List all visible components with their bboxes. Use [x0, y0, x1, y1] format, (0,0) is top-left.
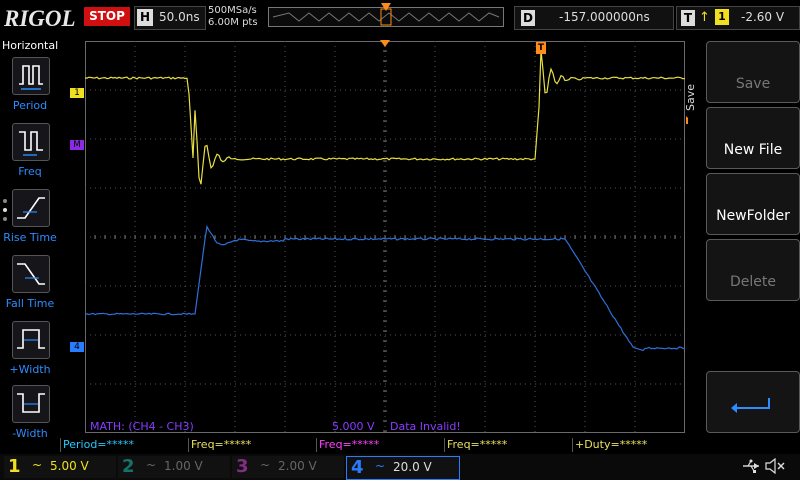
menu-item-rise-time[interactable]: Rise Time — [0, 187, 60, 251]
channel-scale: 2.00 V — [278, 459, 317, 473]
memory-depth: 6.00M pts — [208, 17, 258, 28]
channel-number: 2 — [122, 456, 135, 477]
new-folder-button[interactable]: NewFolder — [706, 173, 800, 235]
trigger-level: -2.60 V — [741, 10, 785, 24]
menu-item-freq[interactable]: Freq — [0, 121, 60, 185]
center-time-marker — [380, 38, 390, 51]
trigger-edge-icon: ↑ — [699, 10, 710, 25]
channel-3-status[interactable]: 3 ~ 2.00 V — [232, 456, 344, 478]
channel-1-status[interactable]: 1 ~ 5.00 V — [4, 456, 116, 478]
ch1-waveform — [84, 50, 686, 185]
positive-width-icon — [12, 321, 50, 359]
usb-icon — [742, 458, 760, 477]
menu-item-label: Fall Time — [5, 297, 55, 310]
fall-time-icon — [12, 255, 50, 293]
period-icon — [12, 57, 50, 95]
return-button[interactable] — [706, 371, 800, 433]
save-button[interactable]: Save — [706, 41, 800, 103]
return-icon — [731, 398, 770, 413]
channel-number: 3 — [236, 456, 249, 477]
math-offset-marker[interactable]: M — [70, 140, 84, 150]
delay-value: -157.000000ns — [559, 10, 650, 24]
acquisition-info: 500MSa/s 6.00M pts — [208, 5, 258, 29]
sample-rate: 500MSa/s — [208, 5, 257, 16]
ch1-offset-marker[interactable]: 1 — [70, 88, 84, 98]
measurement-bar: Period=***** Freq=***** Freq=***** Freq=… — [60, 437, 700, 453]
menu-item-positive-width[interactable]: +Width — [0, 319, 60, 383]
menu-item-label: Rise Time — [3, 231, 57, 244]
menu-item-period[interactable]: Period — [0, 55, 60, 119]
speaker-muted-icon[interactable] — [764, 457, 786, 477]
coupling-icon: ~ — [32, 458, 43, 472]
new-file-button[interactable]: New File — [706, 107, 800, 169]
channel-scale: 5.00 V — [50, 459, 89, 473]
delay-box[interactable]: D -157.000000ns — [514, 6, 674, 30]
horizontal-menu: Horizontal Period Freq Rise Time Fall Ti… — [0, 37, 60, 440]
channel-2-status[interactable]: 2 ~ 1.00 V — [118, 456, 230, 478]
menu-item-label: -Width — [12, 427, 48, 440]
measurement-item[interactable]: +Duty=***** — [572, 438, 699, 452]
measurement-item[interactable]: Period=***** — [60, 438, 187, 452]
menu-item-label: Period — [12, 99, 48, 112]
math-label: MATH: (CH4 - CH3) — [90, 420, 194, 433]
rigol-logo: RIGOL — [4, 6, 76, 31]
trigger-box[interactable]: T ↑ 1 -2.60 V — [676, 6, 800, 30]
top-status-bar: RIGOL STOP H 50.0ns 500MSa/s 6.00M pts D… — [0, 0, 800, 37]
coupling-icon: ~ — [375, 459, 386, 473]
math-scale: 5.000 V — [332, 420, 375, 433]
delete-button[interactable]: Delete — [706, 239, 800, 301]
rise-time-icon — [12, 189, 50, 227]
menu-item-fall-time[interactable]: Fall Time — [0, 253, 60, 317]
trigger-source-icon: 1 — [715, 9, 729, 25]
trigger-time-marker[interactable]: T — [536, 42, 546, 54]
coupling-icon: ~ — [146, 458, 157, 472]
ch4-offset-marker[interactable]: 4 — [70, 342, 84, 352]
timebase-letter: H — [137, 9, 153, 26]
channel-4-status[interactable]: 4 ~ 20.0 V — [346, 456, 460, 480]
menu-title: Horizontal — [2, 39, 59, 52]
timebase-value: 50.0ns — [159, 10, 200, 24]
channel-number: 1 — [8, 456, 21, 477]
save-menu: Save Save New File NewFolder Delete — [684, 37, 800, 437]
channel-scale: 20.0 V — [393, 460, 432, 474]
channel-scale: 1.00 V — [164, 459, 203, 473]
coupling-icon: ~ — [260, 458, 271, 472]
delay-letter: D — [521, 10, 535, 26]
waveform-grid — [84, 40, 686, 433]
measurement-item[interactable]: Freq=***** — [316, 438, 443, 452]
run-stop-status[interactable]: STOP — [84, 7, 130, 26]
freq-icon — [12, 123, 50, 161]
math-status: Data Invalid! — [390, 420, 461, 433]
trigger-letter: T — [681, 10, 695, 26]
menu-tag: Save — [684, 83, 697, 111]
channel-number: 4 — [351, 457, 364, 478]
waveform-display[interactable] — [84, 40, 686, 433]
menu-item-label: Freq — [18, 165, 42, 178]
trigger-position-marker — [381, 3, 391, 16]
menu-item-label: +Width — [9, 363, 51, 376]
measurement-item[interactable]: Freq=***** — [188, 438, 315, 452]
timebase-box[interactable]: H 50.0ns — [134, 6, 206, 30]
measurement-item[interactable]: Freq=***** — [444, 438, 571, 452]
menu-page-dots — [2, 197, 8, 230]
menu-item-negative-width[interactable]: -Width — [0, 383, 60, 447]
negative-width-icon — [12, 385, 50, 423]
channel-bar: 1 ~ 5.00 V 2 ~ 1.00 V 3 ~ 2.00 V 4 ~ 20.… — [0, 454, 800, 480]
